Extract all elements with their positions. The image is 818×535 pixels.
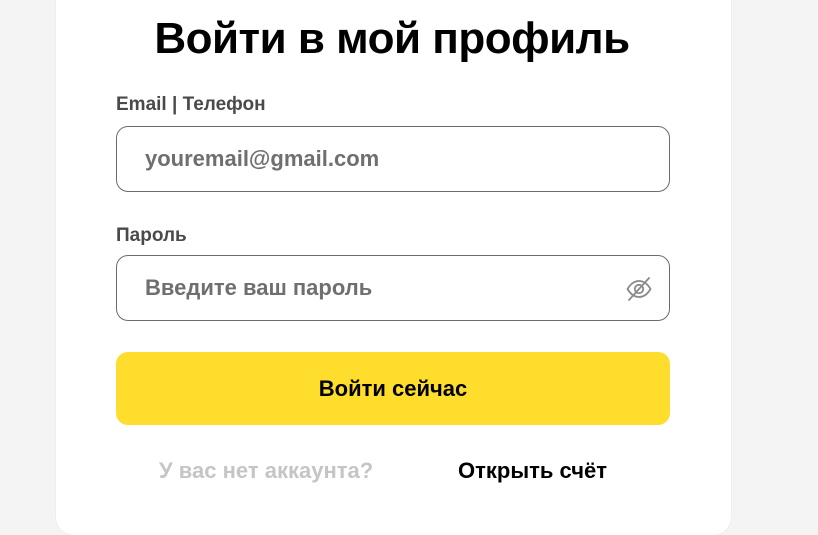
- no-account-text: У вас нет аккаунта?: [159, 458, 374, 483]
- password-field-wrapper[interactable]: [116, 255, 670, 321]
- password-label: Пароль: [116, 225, 187, 246]
- page-title: Войти в мой профиль: [154, 14, 630, 63]
- password-input[interactable]: [145, 256, 605, 320]
- login-now-button[interactable]: Войти сейчас: [116, 352, 670, 425]
- email-phone-input[interactable]: [145, 127, 605, 191]
- open-account-link[interactable]: Открыть счёт: [458, 458, 607, 484]
- email-phone-label: Email | Телефон: [116, 94, 266, 115]
- eye-off-icon[interactable]: [625, 275, 653, 303]
- email-field-wrapper[interactable]: [116, 126, 670, 192]
